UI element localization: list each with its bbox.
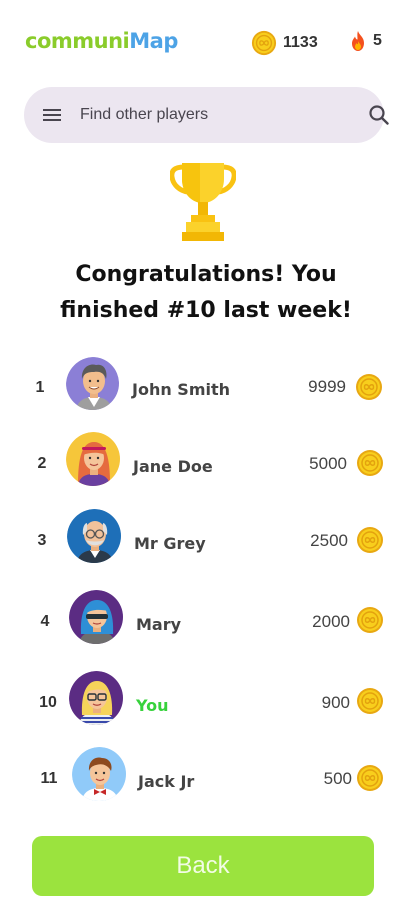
player-score: 5000 — [309, 454, 347, 473]
flame-icon — [352, 31, 364, 51]
rank-number: 1 — [35, 379, 45, 396]
streak-count: 5 — [373, 32, 382, 49]
search-icon[interactable] — [368, 87, 390, 143]
player-name: Mary — [136, 615, 182, 634]
rank-number: 11 — [40, 770, 58, 787]
woman-red-hair-avatar — [66, 432, 120, 486]
player-name: John Smith — [132, 380, 231, 399]
app-header: communiMap 1133 5 — [0, 0, 412, 84]
result-headline: Congratulations! You finished #10 last w… — [0, 257, 412, 329]
player-name-self: You — [136, 696, 169, 715]
player-score: 500 — [323, 769, 352, 788]
leaderboard-row[interactable]: 4 Mary 2000 — [0, 590, 412, 650]
player-score: 900 — [321, 693, 350, 712]
player-search-input[interactable] — [80, 87, 330, 143]
player-score: 2000 — [312, 612, 350, 631]
coin-icon — [356, 764, 384, 792]
player-score: 9999 — [308, 377, 346, 396]
coin-icon — [251, 30, 277, 56]
leaderboard-row[interactable]: 1 John Smith 9999 — [0, 357, 412, 417]
coin-icon — [356, 526, 384, 554]
leaderboard-row[interactable]: 3 Mr Grey 2500 — [0, 509, 412, 569]
coin-icon — [356, 687, 384, 715]
menu-icon[interactable] — [42, 105, 62, 125]
old-man-glasses-avatar — [67, 509, 121, 563]
leaderboard-row[interactable]: 2 Jane Doe 5000 — [0, 432, 412, 492]
coin-balance: 1133 — [251, 30, 318, 56]
app-logo[interactable]: communiMap — [25, 29, 178, 53]
coin-icon — [356, 449, 384, 477]
woman-blue-hair-avatar — [69, 590, 123, 644]
coin-icon — [356, 606, 384, 634]
boy-bowtie-avatar — [72, 747, 126, 801]
rank-number: 10 — [39, 694, 57, 711]
back-button[interactable]: Back — [32, 836, 374, 896]
coin-count: 1133 — [283, 34, 318, 51]
streak-counter: 5 — [349, 30, 382, 52]
leaderboard-row-self[interactable]: 10 You 900 — [0, 671, 412, 731]
rank-number: 2 — [37, 455, 47, 472]
trophy-icon — [170, 163, 236, 241]
player-search-bar — [24, 87, 389, 143]
coin-icon — [355, 373, 383, 401]
rank-number: 3 — [37, 532, 47, 549]
result-line-2: finished #10 last week! — [60, 298, 352, 323]
player-name: Mr Grey — [134, 534, 206, 553]
result-line-1: Congratulations! You — [75, 262, 337, 287]
player-name: Jane Doe — [133, 457, 213, 476]
player-score: 2500 — [310, 531, 348, 550]
woman-blonde-glasses-avatar — [69, 671, 123, 725]
man-gray-hair-avatar — [66, 357, 119, 410]
rank-number: 4 — [40, 613, 50, 630]
leaderboard-row[interactable]: 11 Jack Jr 500 — [0, 747, 412, 807]
player-name: Jack Jr — [138, 772, 195, 791]
logo-text-communi: communi — [25, 29, 130, 53]
logo-text-map: Map — [129, 29, 178, 53]
